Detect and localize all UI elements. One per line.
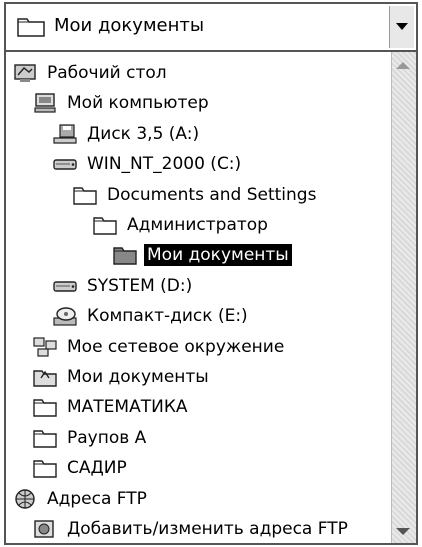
folder-icon: [72, 184, 98, 206]
cd-drive-icon: [52, 305, 78, 327]
floppy-icon: [52, 123, 78, 145]
scroll-down-arrow-icon[interactable]: [396, 528, 410, 535]
hard-drive-icon: [52, 275, 78, 297]
tree-item-label: Рабочий стол: [47, 63, 167, 83]
tree-item[interactable]: Рабочий стол: [12, 58, 170, 88]
tree-item[interactable]: Мои документы: [112, 240, 292, 270]
tree-item[interactable]: Мои документы: [32, 362, 212, 392]
tree-item-label: МАТЕМАТИКА: [67, 397, 188, 418]
ftp-edit-icon: [32, 518, 58, 540]
tree-item-label: Мои документы: [144, 244, 292, 267]
tree-item-label: Компакт-диск (E:): [87, 306, 248, 327]
vertical-scrollbar[interactable]: [391, 52, 416, 543]
ftp-icon: [12, 488, 38, 510]
tree-item[interactable]: Documents and Settings: [72, 180, 319, 210]
tree-item[interactable]: Диск 3,5 (A:): [52, 119, 202, 149]
tree-item[interactable]: Добавить/изменить адреса FTP: [32, 514, 351, 543]
tree-item-label: Добавить/изменить адреса FTP: [67, 519, 348, 539]
network-icon: [32, 336, 58, 358]
tree-item-label: Раупов А: [67, 427, 147, 448]
tree-item[interactable]: Мой компьютер: [32, 88, 212, 118]
my-documents-icon: [32, 366, 58, 388]
tree-item-label: Диск 3,5 (A:): [87, 123, 200, 144]
tree-item[interactable]: Адреса FTP: [12, 484, 150, 514]
address-combo[interactable]: Мои документы: [4, 2, 418, 52]
tree-item[interactable]: Мое сетевое окружение: [32, 332, 287, 362]
folder-tree[interactable]: Рабочий стол Мой компьютер Диск 3,5 (A:) WI…: [4, 52, 418, 545]
folder-icon: [112, 244, 138, 266]
tree-item[interactable]: Компакт-диск (E:): [52, 301, 251, 331]
tree-item-label: САДИР: [67, 458, 127, 479]
tree-item-label: Documents and Settings: [107, 184, 317, 205]
tree-item-label: WIN_NT_2000 (C:): [87, 154, 242, 175]
folder-icon: [32, 396, 58, 418]
hard-drive-icon: [52, 153, 78, 175]
address-combo-value: Мои документы: [54, 15, 205, 36]
folder-icon: [16, 14, 46, 38]
tree-item-label: Адреса FTP: [47, 488, 147, 509]
desktop-icon: [12, 62, 38, 84]
tree-item[interactable]: МАТЕМАТИКА: [32, 392, 191, 422]
dropdown-button[interactable]: [389, 6, 414, 48]
tree-item-label: Мое сетевое окружение: [67, 336, 285, 357]
computer-icon: [32, 92, 58, 114]
tree-item[interactable]: Администратор: [92, 210, 271, 240]
tree-item-label: Мой компьютер: [67, 93, 209, 114]
tree-item-label: Мои документы: [67, 367, 209, 387]
tree-item-label: SYSTEM (D:): [87, 275, 193, 296]
folder-icon: [92, 214, 118, 236]
scroll-up-arrow-icon[interactable]: [396, 62, 410, 69]
tree-item[interactable]: САДИР: [32, 453, 130, 483]
tree-item[interactable]: Раупов А: [32, 423, 149, 453]
folder-icon: [32, 427, 58, 449]
tree-item-label: Администратор: [127, 215, 268, 235]
folder-icon: [32, 457, 58, 479]
tree-item[interactable]: SYSTEM (D:): [52, 271, 195, 301]
tree-item[interactable]: WIN_NT_2000 (C:): [52, 149, 244, 179]
